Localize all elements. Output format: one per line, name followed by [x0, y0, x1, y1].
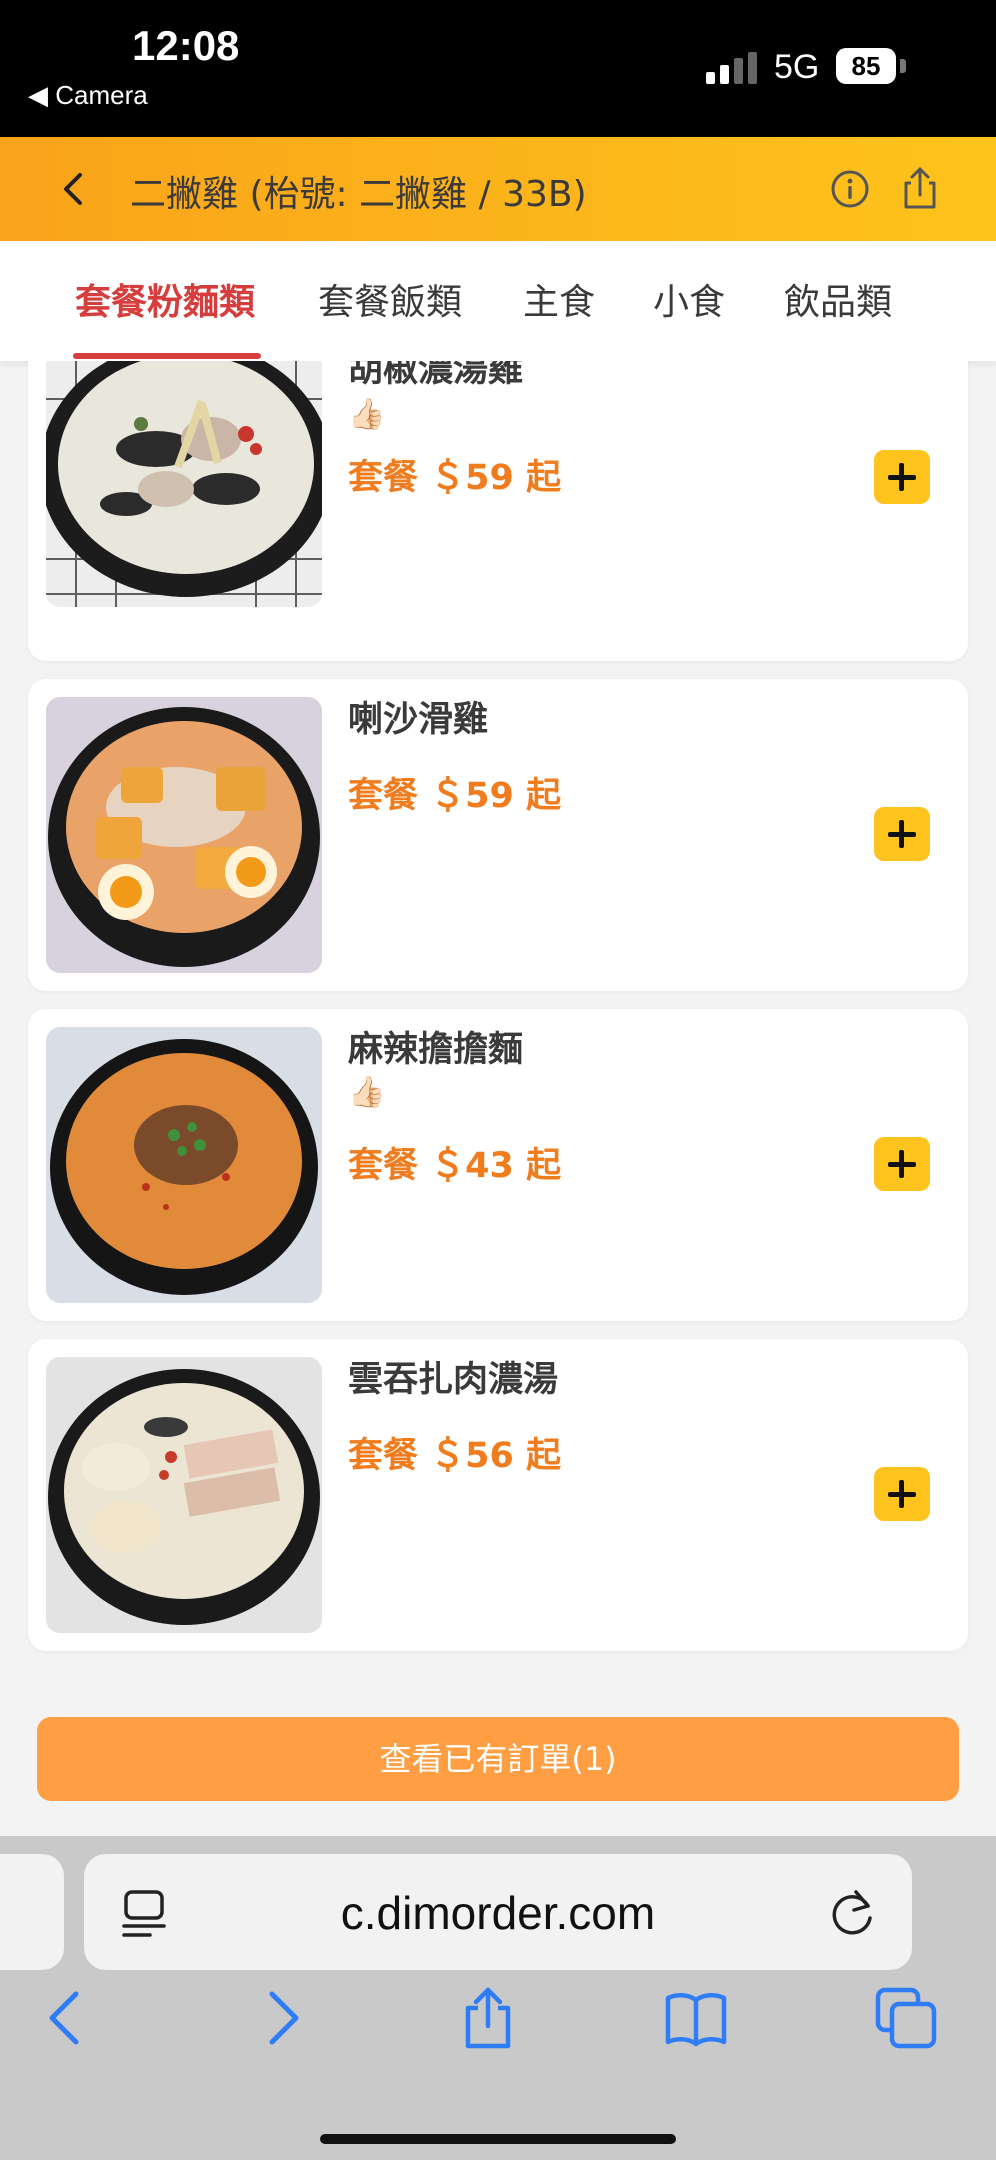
- page-title: 二撇雞 (枱號: 二撇雞 / 33B): [130, 174, 587, 215]
- view-orders-button[interactable]: 查看已有訂單(1): [37, 1717, 959, 1801]
- item-price: 套餐 ＄59 起: [348, 458, 562, 498]
- item-name: 雲吞扎肉濃湯: [348, 1360, 559, 1400]
- battery-icon: 85: [836, 48, 896, 84]
- menu-item-card[interactable]: 喇沙滑雞 套餐 ＄59 起: [28, 679, 968, 991]
- add-to-cart-button[interactable]: [874, 1137, 930, 1191]
- address-bar[interactable]: c.dimorder.com: [84, 1854, 912, 1970]
- status-time: 12:08: [132, 22, 240, 69]
- menu-item-card[interactable]: 雲吞扎肉濃湯 套餐 ＄56 起: [28, 1339, 968, 1651]
- browser-back-icon[interactable]: [34, 1986, 98, 2050]
- network-type: 5G: [774, 48, 820, 86]
- previous-tab-peek[interactable]: [0, 1854, 64, 1970]
- category-tabs: 套餐粉麵類 套餐飯類 主食 小食 飲品類: [0, 241, 996, 361]
- browser-forward-icon[interactable]: [250, 1986, 314, 2050]
- food-photo: [46, 1357, 322, 1633]
- status-bar: 12:08 ◀ Camera 5G 85: [0, 0, 996, 137]
- cellular-signal-icon: [706, 52, 757, 84]
- item-price: 套餐 ＄43 起: [348, 1146, 562, 1186]
- reload-icon[interactable]: [828, 1886, 878, 1938]
- add-to-cart-button[interactable]: [874, 807, 930, 861]
- add-to-cart-button[interactable]: [874, 450, 930, 504]
- restaurant-header: 二撇雞 (枱號: 二撇雞 / 33B): [0, 137, 996, 241]
- battery-level: 85: [851, 51, 881, 81]
- menu-item-card[interactable]: 麻辣擔擔麵 👍🏻 套餐 ＄43 起: [28, 1009, 968, 1321]
- food-photo: [46, 1027, 322, 1303]
- item-price: 套餐 ＄59 起: [348, 776, 562, 816]
- item-price: 套餐 ＄56 起: [348, 1436, 562, 1476]
- tab-noodle-set[interactable]: 套餐粉麵類: [75, 273, 255, 325]
- tab-drinks[interactable]: 飲品類: [784, 273, 892, 325]
- tab-snacks[interactable]: 小食: [653, 273, 725, 325]
- bookmarks-icon[interactable]: [664, 1986, 728, 2050]
- add-to-cart-button[interactable]: [874, 1467, 930, 1521]
- recommended-icon: 👍🏻: [348, 397, 386, 432]
- tab-rice-set[interactable]: 套餐飯類: [318, 273, 462, 325]
- tabs-overview-icon[interactable]: [874, 1986, 938, 2050]
- back-arrow-icon[interactable]: [52, 167, 96, 211]
- menu-list[interactable]: 胡椒濃湯雞 👍🏻 套餐 ＄59 起 喇沙滑雞 套餐 ＄59 起 麻辣擔擔麵 👍🏻…: [0, 361, 996, 1836]
- battery-tip: [900, 59, 906, 73]
- item-name: 胡椒濃湯雞: [348, 361, 524, 390]
- menu-item-card[interactable]: 胡椒濃湯雞 👍🏻 套餐 ＄59 起: [28, 361, 968, 661]
- info-icon[interactable]: [828, 167, 872, 211]
- browser-share-icon[interactable]: [456, 1986, 520, 2050]
- item-name: 喇沙滑雞: [348, 700, 489, 740]
- browser-toolbar: c.dimorder.com: [0, 1836, 996, 2160]
- food-photo: [46, 361, 322, 607]
- food-photo: [46, 697, 322, 973]
- home-indicator[interactable]: [320, 2134, 676, 2144]
- tab-main-dishes[interactable]: 主食: [523, 273, 595, 325]
- share-icon[interactable]: [898, 165, 942, 211]
- url-text: c.dimorder.com: [340, 1887, 656, 1939]
- item-name: 麻辣擔擔麵: [348, 1030, 524, 1070]
- active-tab-indicator: [73, 353, 261, 359]
- back-to-camera-link[interactable]: ◀ Camera: [28, 80, 148, 111]
- recommended-icon: 👍🏻: [348, 1075, 386, 1110]
